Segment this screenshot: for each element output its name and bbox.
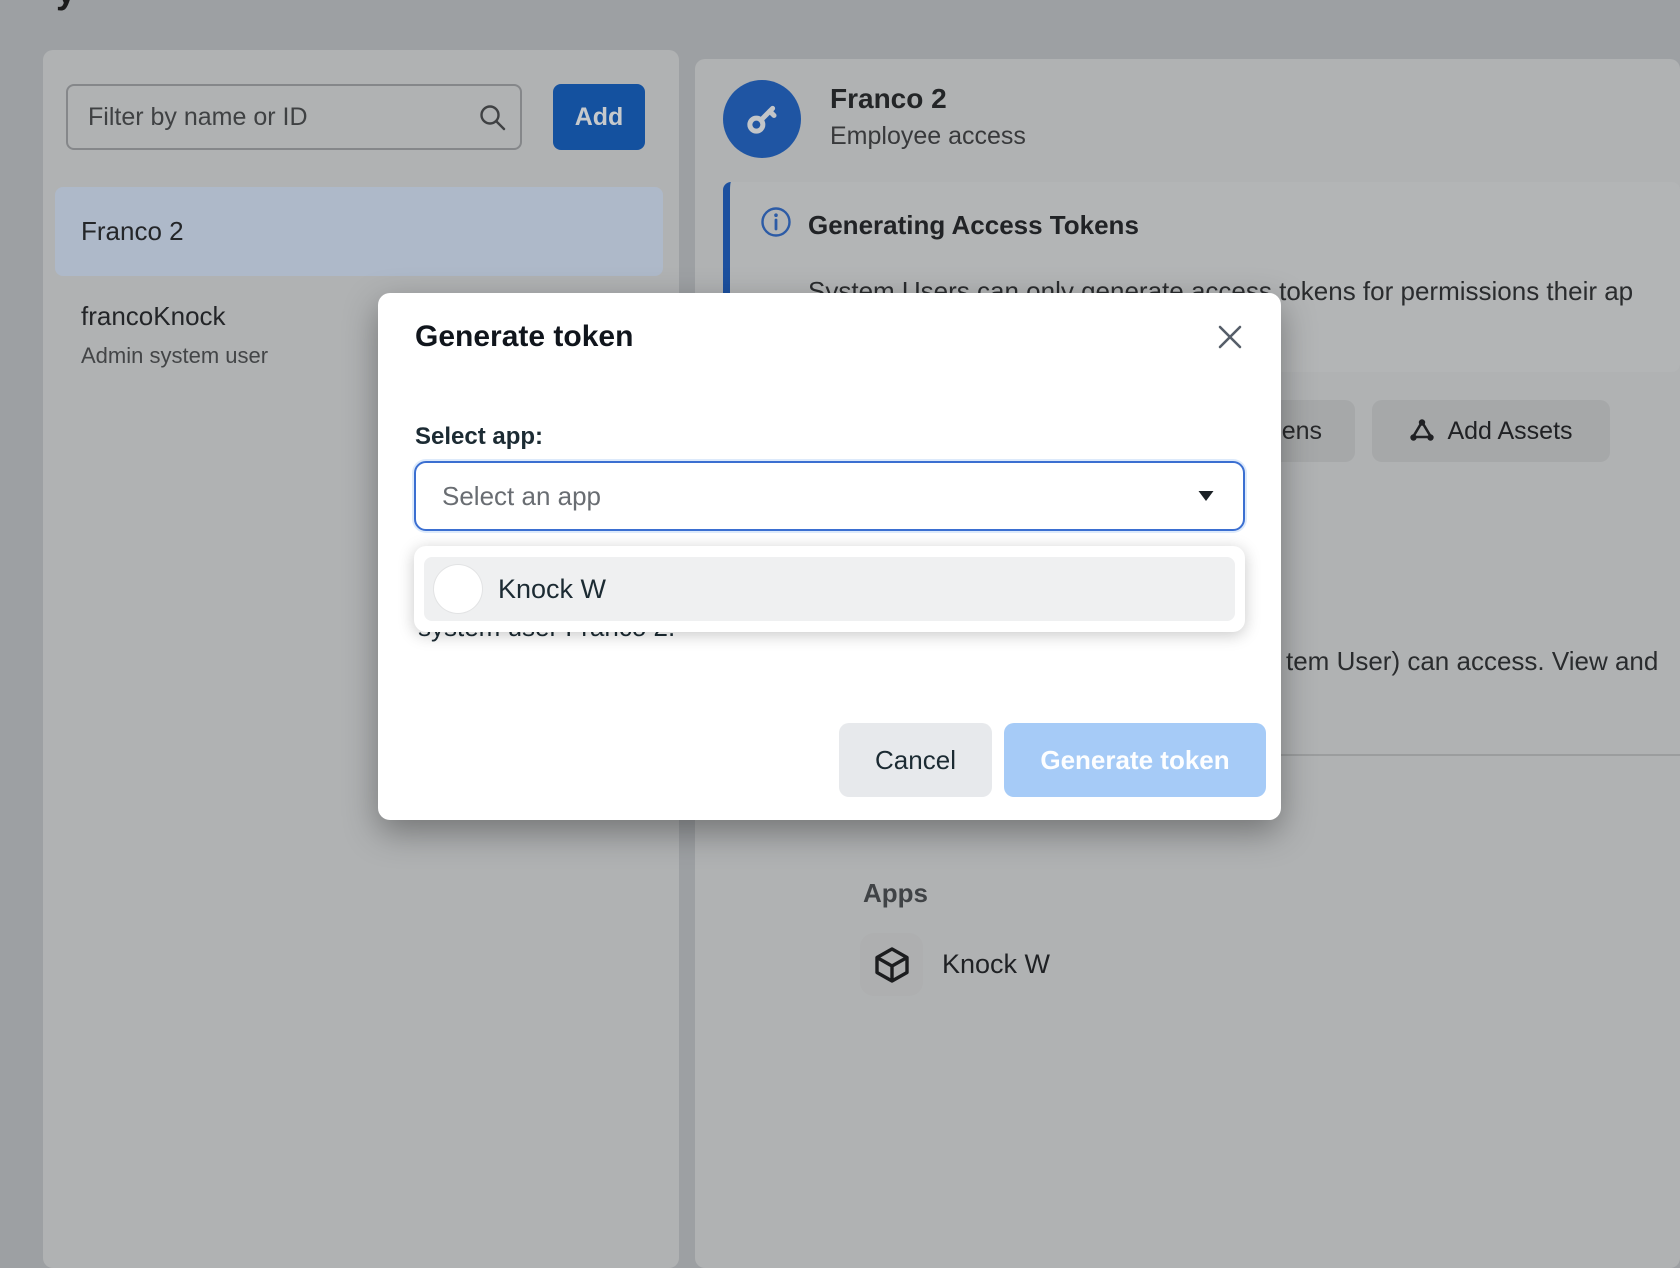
add-assets-button[interactable]: Add Assets (1372, 400, 1610, 462)
assets-icon (1409, 418, 1435, 444)
app-select-dropdown[interactable]: Select an app (414, 461, 1245, 531)
list-item-franco2[interactable]: Franco 2 (55, 187, 663, 276)
select-app-label: Select app: (415, 423, 543, 451)
chevron-down-icon (1197, 489, 1215, 503)
app-name: Knock W (942, 949, 1050, 980)
info-icon (760, 206, 792, 238)
detail-title: Franco 2 (830, 83, 947, 115)
close-icon[interactable] (1214, 321, 1246, 353)
filter-input[interactable] (66, 84, 522, 150)
select-placeholder: Select an app (442, 481, 601, 512)
add-system-user-button[interactable]: Add (553, 84, 645, 150)
detail-subtitle: Employee access (830, 122, 1026, 151)
cube-app-icon (872, 945, 912, 985)
clipped-page-title: y (56, 0, 76, 12)
cancel-button[interactable]: Cancel (839, 723, 992, 797)
generate-token-modal: Generate token Select app: Select an app… (378, 293, 1281, 820)
filter-field (66, 84, 522, 150)
dropdown-option-knock-w[interactable]: Knock W (424, 557, 1235, 621)
app-dropdown-panel: Knock W (414, 546, 1245, 632)
key-icon (741, 98, 783, 140)
generate-token-button[interactable]: Generate token (1004, 723, 1266, 797)
clipped-tokens-button-label: ens (1282, 417, 1322, 446)
apps-section-heading: Apps (863, 878, 928, 909)
app-list-item[interactable]: Knock W (860, 933, 1050, 996)
app-avatar (434, 565, 482, 613)
system-user-key-avatar (723, 80, 801, 158)
list-item-label: Franco 2 (81, 216, 184, 247)
add-assets-label: Add Assets (1447, 417, 1572, 446)
clipped-access-paragraph: tem User) can access. View and (1286, 646, 1658, 677)
info-banner-title: Generating Access Tokens (808, 210, 1139, 241)
modal-title: Generate token (415, 320, 633, 354)
app-tile (860, 933, 923, 996)
dropdown-option-label: Knock W (498, 574, 606, 605)
search-icon (478, 103, 506, 131)
